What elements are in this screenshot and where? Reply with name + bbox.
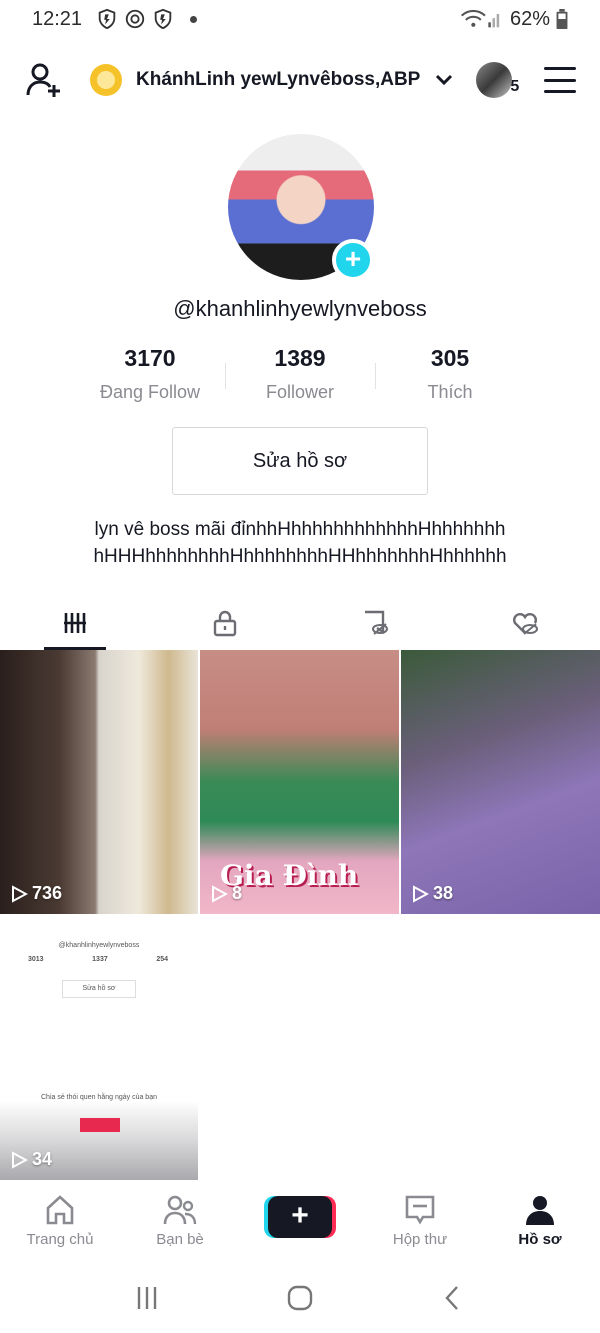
- stat-value: 305: [430, 345, 470, 371]
- mini-stat: 3013: [28, 956, 44, 963]
- play-icon: [212, 884, 228, 903]
- mini-stat: 1337: [92, 956, 108, 963]
- stat-likes[interactable]: 305 Thích: [375, 345, 525, 403]
- recent-apps-icon[interactable]: [132, 1283, 162, 1313]
- sync-icon: [125, 9, 145, 29]
- battery-icon: [556, 9, 568, 29]
- nav-label: Trang chủ: [26, 1230, 94, 1248]
- bio-line: lyn vê boss mãi đỉnhhHhhhhhhhhhhhhHhhhhh…: [94, 519, 506, 540]
- nav-label: Bạn bè: [156, 1230, 204, 1248]
- menu-button[interactable]: [544, 67, 576, 93]
- view-count-value: 34: [32, 1149, 53, 1169]
- mini-stats: 3013 1337 254: [28, 956, 168, 963]
- add-friend-button[interactable]: [24, 60, 64, 100]
- coin-icon[interactable]: [90, 64, 122, 96]
- mini-stat: 254: [156, 956, 168, 963]
- account-switcher-name[interactable]: KhánhLinh yewLynvêboss,ABP: [136, 69, 420, 91]
- videos-grid-icon: [64, 612, 86, 633]
- play-icon: [12, 1150, 28, 1169]
- friend-avatar[interactable]: [476, 62, 513, 98]
- mini-share-text: Chia sẻ thói quen hằng ngày của bạn: [41, 1094, 157, 1101]
- play-icon: [413, 884, 429, 903]
- video-thumbnail[interactable]: 38: [401, 650, 600, 914]
- shield-icon: [98, 8, 116, 30]
- shield-icon: [154, 8, 172, 30]
- create-plus-icon: +: [268, 1196, 332, 1238]
- home-button-icon[interactable]: [285, 1283, 315, 1313]
- stat-value: 3170: [124, 345, 176, 371]
- play-icon: [12, 884, 28, 903]
- nav-profile[interactable]: Hồ sơ: [480, 1182, 600, 1258]
- tab-private[interactable]: [150, 595, 300, 650]
- profile-tabs: [0, 595, 600, 650]
- nav-inbox[interactable]: Hộp thư: [360, 1182, 480, 1258]
- view-count: 8: [210, 883, 242, 904]
- stat-followers[interactable]: 1389 Follower: [225, 345, 375, 403]
- video-thumbnail[interactable]: @khanhlinhyewlynveboss 3013 1337 254 Sửa…: [0, 916, 198, 1180]
- stat-value: 1389: [274, 345, 326, 371]
- tab-videos[interactable]: [0, 595, 150, 650]
- stat-label: Follower: [265, 382, 335, 402]
- tab-liked[interactable]: [450, 595, 600, 650]
- profile-bio: lyn vê boss mãi đỉnhhHhhhhhhhhhhhhHhhhhh…: [20, 516, 580, 570]
- view-count: 736: [10, 883, 62, 904]
- add-story-button[interactable]: +: [332, 239, 374, 281]
- mini-profile-screenshot: @khanhlinhyewlynveboss 3013 1337 254 Sửa…: [0, 916, 198, 1132]
- liked-hidden-icon: [512, 612, 538, 635]
- nav-home[interactable]: Trang chủ: [0, 1182, 120, 1258]
- view-count: 38: [411, 883, 453, 904]
- view-count-value: 736: [32, 883, 63, 903]
- mini-edit-button: Sửa hồ sơ: [62, 980, 136, 998]
- back-icon[interactable]: [438, 1283, 468, 1313]
- nav-label: Hồ sơ: [518, 1230, 562, 1248]
- saved-hidden-icon: [365, 610, 388, 635]
- edit-profile-button[interactable]: Sửa hồ sơ: [172, 427, 428, 495]
- video-thumbnail[interactable]: Gia Đình 8: [200, 650, 399, 914]
- friends-icon: [163, 1195, 197, 1224]
- bottom-navigation: Trang chủ Bạn bè + Hộp thư Hồ sơ: [0, 1182, 600, 1258]
- stat-label: Thích: [427, 382, 473, 402]
- view-count-value: 38: [433, 883, 454, 903]
- tab-saved[interactable]: [300, 595, 450, 650]
- bio-line: hHHHhhhhhhhhHhhhhhhhhHHhhhhhhhHhhhhhh: [93, 546, 507, 567]
- stat-label: Đang Follow: [99, 382, 201, 402]
- status-bar: 12:21 62%: [0, 0, 600, 38]
- system-navigation: [0, 1262, 600, 1333]
- status-time: 12:21: [32, 7, 83, 30]
- inbox-icon: [405, 1195, 435, 1225]
- battery-percent: 62%: [509, 7, 550, 30]
- wifi-icon: [460, 9, 500, 28]
- nav-friends[interactable]: Bạn bè: [120, 1182, 240, 1258]
- notification-dot: [190, 15, 198, 23]
- view-count-value: 8: [232, 883, 243, 903]
- nav-label: Hộp thư: [392, 1230, 448, 1248]
- profile-icon: [526, 1195, 554, 1225]
- view-count: 34: [10, 1149, 52, 1170]
- lock-icon: [213, 610, 237, 636]
- profile-handle: @khanhlinhyewlynveboss: [173, 296, 427, 321]
- video-thumbnail[interactable]: 736: [0, 650, 198, 914]
- mini-red-button: [80, 1118, 120, 1132]
- home-icon: [46, 1194, 74, 1224]
- video-grid: 736 Gia Đình 8 38 @khanhlinhyewlynveboss…: [0, 650, 600, 1180]
- profile-header: KhánhLinh yewLynvêboss,ABP 5: [0, 50, 600, 110]
- nav-create[interactable]: +: [240, 1182, 360, 1258]
- profile-stats: 3170 Đang Follow 1389 Follower 305 Thích: [75, 345, 525, 403]
- chevron-down-icon[interactable]: [434, 70, 454, 90]
- mini-handle: @khanhlinhyewlynveboss: [58, 942, 140, 949]
- add-user-icon: [26, 63, 60, 97]
- status-right: 62%: [456, 8, 568, 31]
- status-notification-icons: [96, 8, 198, 30]
- stat-following[interactable]: 3170 Đang Follow: [75, 345, 225, 403]
